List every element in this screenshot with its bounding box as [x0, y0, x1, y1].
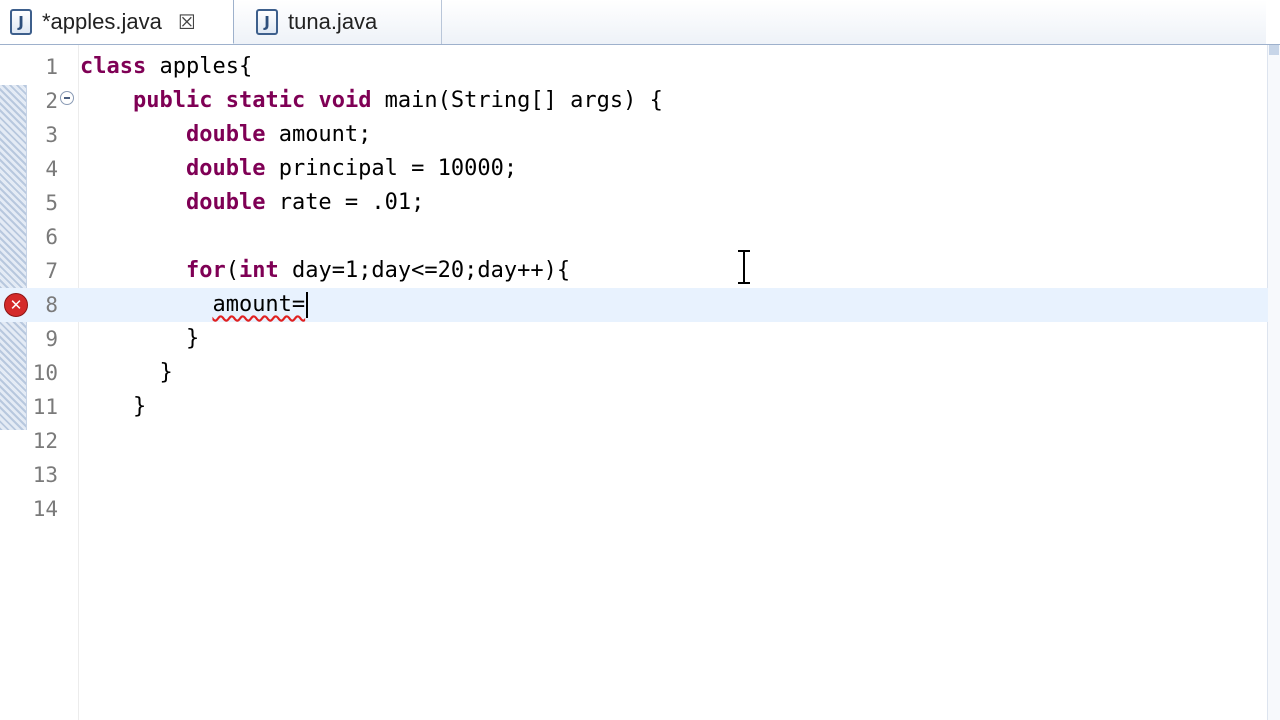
code-line[interactable]: 12: [0, 424, 1268, 458]
code-line[interactable]: 1 class apples{: [0, 50, 1268, 84]
code-line[interactable]: 14: [0, 492, 1268, 526]
code-line[interactable]: 2 public static void main(String[] args)…: [0, 84, 1268, 118]
ibeam-cursor-icon: [736, 250, 752, 284]
code-line[interactable]: 7 for(int day=1;day<=20;day++){: [0, 254, 1268, 288]
line-number: 10: [32, 361, 58, 385]
line-number: 12: [32, 429, 58, 453]
code-text: }: [80, 360, 173, 385]
code-line[interactable]: 5 double rate = .01;: [0, 186, 1268, 220]
error-marker-icon[interactable]: ✕: [4, 293, 28, 317]
code-text: amount=: [80, 288, 309, 322]
code-line[interactable]: 10 }: [0, 356, 1268, 390]
line-number: 13: [32, 463, 58, 487]
error-squiggle-text: amount=: [212, 292, 306, 317]
line-number: 7: [45, 259, 58, 283]
line-number: 8: [45, 293, 58, 317]
tab-tuna-java[interactable]: J tuna.java: [246, 0, 442, 44]
current-code-line[interactable]: ✕ 8 amount=: [0, 288, 1268, 322]
code-line[interactable]: 6: [0, 220, 1268, 254]
line-number: 2: [45, 89, 58, 113]
close-tab-icon[interactable]: ☒: [178, 10, 196, 34]
code-line[interactable]: 9 }: [0, 322, 1268, 356]
editor-tab-bar: J *apples.java ☒ J tuna.java: [0, 0, 1280, 45]
code-text: double rate = .01;: [185, 190, 425, 215]
line-number: 14: [32, 497, 58, 521]
code-line[interactable]: 3 double amount;: [0, 118, 1268, 152]
overview-ruler-marker: [1269, 45, 1279, 55]
code-editor[interactable]: 1 class apples{ 2 public static void mai…: [0, 45, 1280, 720]
code-text: }: [80, 326, 200, 351]
tab-bar-edge: [1266, 0, 1280, 44]
line-number: 4: [45, 157, 58, 181]
line-number: 3: [45, 123, 58, 147]
tab-label: tuna.java: [288, 9, 378, 34]
tab-apples-java[interactable]: J *apples.java ☒: [0, 0, 234, 44]
tab-label: *apples.java: [42, 8, 162, 34]
line-number: 1: [45, 55, 58, 79]
code-text: }: [80, 394, 147, 419]
code-text: double principal = 10000;: [185, 156, 518, 181]
line-number: 11: [32, 395, 58, 419]
code-line[interactable]: 4 double principal = 10000;: [0, 152, 1268, 186]
code-text: public static void main(String[] args) {: [132, 88, 663, 113]
code-line[interactable]: 13: [0, 458, 1268, 492]
line-number: 9: [45, 327, 58, 351]
overview-ruler[interactable]: [1267, 45, 1280, 720]
line-number: 5: [45, 191, 58, 215]
code-text: for(int day=1;day<=20;day++){: [185, 258, 571, 283]
java-file-icon: J: [10, 8, 32, 35]
line-number: 6: [45, 225, 58, 249]
java-file-icon: J: [256, 9, 278, 35]
text-caret: [306, 292, 309, 318]
fold-collapse-icon[interactable]: [60, 91, 74, 105]
code-line[interactable]: 11 }: [0, 390, 1268, 424]
code-text: double amount;: [185, 122, 372, 147]
code-text: class apples{: [80, 54, 253, 79]
